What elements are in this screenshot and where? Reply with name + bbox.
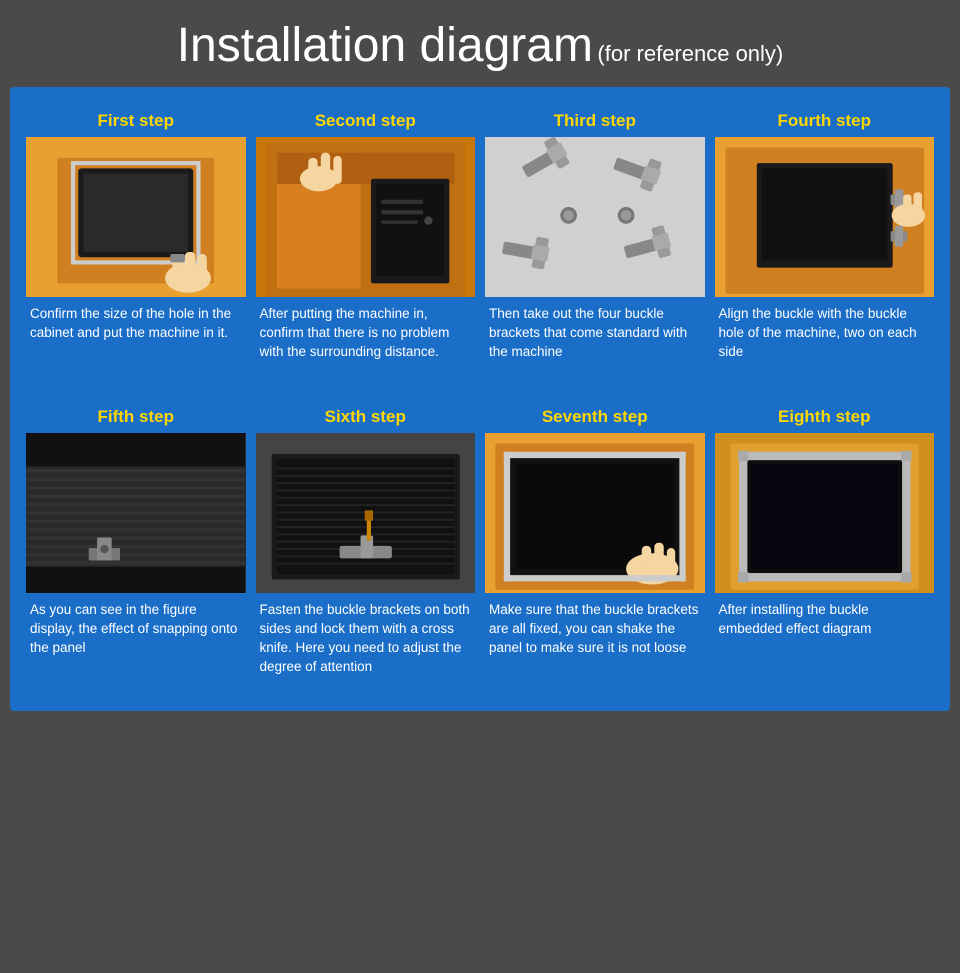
step4-desc: Align the buckle with the buckle hole of…	[715, 297, 935, 387]
step6-title: Sixth step	[256, 399, 476, 433]
steps-row-1: First step	[26, 103, 934, 387]
step5-title: Fifth step	[26, 399, 246, 433]
step7-desc: Make sure that the buckle brackets are a…	[485, 593, 705, 683]
step2-title: Second step	[256, 103, 476, 137]
step1-desc: Confirm the size of the hole in the cabi…	[26, 297, 246, 387]
step3-desc: Then take out the four buckle brackets t…	[485, 297, 705, 387]
page-title: Installation diagram	[177, 19, 593, 72]
steps-row-2: Fifth step	[26, 399, 934, 683]
page-header: Installation diagram (for reference only…	[0, 0, 960, 87]
step-card-5: Fifth step	[26, 399, 246, 683]
step-card-2: Second step	[256, 103, 476, 387]
step2-image	[256, 137, 476, 297]
step3-image	[485, 137, 705, 297]
step7-title: Seventh step	[485, 399, 705, 433]
page-subtitle: (for reference only)	[597, 41, 783, 66]
step4-title: Fourth step	[715, 103, 935, 137]
step1-image	[26, 137, 246, 297]
step-card-7: Seventh step	[485, 399, 705, 683]
step8-title: Eighth step	[715, 399, 935, 433]
step6-image	[256, 433, 476, 593]
step-card-1: First step	[26, 103, 246, 387]
step3-title: Third step	[485, 103, 705, 137]
step8-desc: After installing the buckle embedded eff…	[715, 593, 935, 683]
step4-image	[715, 137, 935, 297]
step7-image	[485, 433, 705, 593]
main-container: First step	[10, 87, 950, 711]
step-card-4: Fourth step	[715, 103, 935, 387]
step5-image	[26, 433, 246, 593]
step-card-6: Sixth step	[256, 399, 476, 683]
step-card-8: Eighth step	[715, 399, 935, 683]
step5-desc: As you can see in the figure display, th…	[26, 593, 246, 683]
step2-desc: After putting the machine in, confirm th…	[256, 297, 476, 387]
step6-desc: Fasten the buckle brackets on both sides…	[256, 593, 476, 683]
step-card-3: Third step	[485, 103, 705, 387]
step8-image	[715, 433, 935, 593]
step1-title: First step	[26, 103, 246, 137]
